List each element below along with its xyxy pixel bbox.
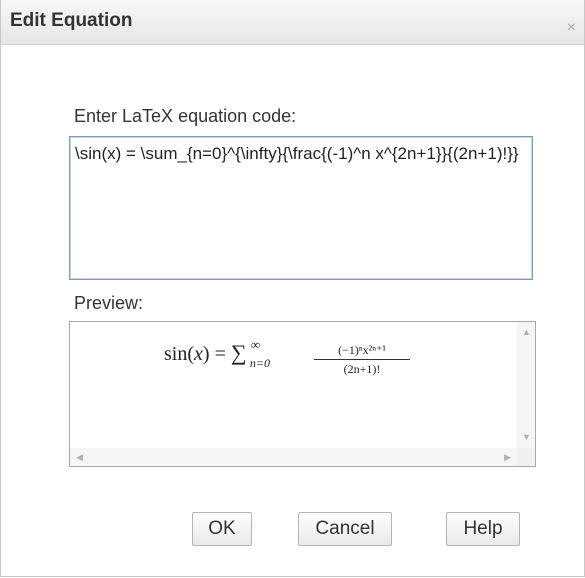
preview-label: Preview:	[74, 293, 144, 313]
summation-sign: ∑	[230, 340, 247, 365]
summation: ∑ ∞ n=0	[230, 337, 270, 370]
preview-vertical-scrollbar[interactable]: ▲ ▼	[517, 322, 535, 448]
fraction-numerator: (−1)ⁿx²ⁿ⁺¹	[314, 343, 410, 360]
fraction: (−1)ⁿx²ⁿ⁺¹ (2n+1)!	[314, 343, 410, 377]
close-icon[interactable]: ×	[567, 20, 576, 36]
formula-open-paren: (	[187, 343, 195, 365]
scroll-down-icon[interactable]: ▼	[522, 433, 531, 442]
cancel-button[interactable]: Cancel	[298, 512, 392, 546]
fraction-denominator: (2n+1)!	[343, 362, 381, 376]
edit-equation-dialog: Edit Equation × Enter LaTeX equation cod…	[0, 0, 585, 577]
scrollbar-corner	[517, 448, 535, 466]
formula-equals: =	[214, 343, 226, 365]
formula-func: sin	[164, 343, 188, 365]
formula-close-paren: )	[202, 343, 210, 365]
scroll-right-icon[interactable]: ▶	[504, 453, 511, 462]
formula-var: x	[194, 343, 203, 365]
preview-pane[interactable]: sin(x) = ∑ ∞ n=0 (−1)ⁿx²ⁿ⁺¹ (2n+1)! ▲ ▼ ◀ …	[69, 321, 536, 467]
scroll-up-icon[interactable]: ▲	[522, 328, 531, 337]
latex-code-label: Enter LaTeX equation code:	[74, 106, 297, 126]
summation-upper-limit: ∞	[250, 337, 261, 352]
equation-preview: sin(x) = ∑ ∞ n=0 (−1)ⁿx²ⁿ⁺¹ (2n+1)!	[164, 337, 410, 376]
ok-button[interactable]: OK	[192, 512, 252, 546]
preview-content: sin(x) = ∑ ∞ n=0 (−1)ⁿx²ⁿ⁺¹ (2n+1)!	[70, 322, 517, 448]
scroll-left-icon[interactable]: ◀	[76, 453, 83, 462]
help-button[interactable]: Help	[446, 512, 520, 546]
latex-code-input[interactable]: \sin(x) = \sum_{n=0}^{\infty}{\frac{(-1)…	[69, 136, 533, 280]
preview-horizontal-scrollbar[interactable]: ◀ ▶	[70, 448, 517, 466]
dialog-title: Edit Equation	[10, 10, 133, 31]
summation-lower-limit: n=0	[249, 356, 270, 370]
dialog-titlebar[interactable]: Edit Equation ×	[1, 0, 584, 45]
